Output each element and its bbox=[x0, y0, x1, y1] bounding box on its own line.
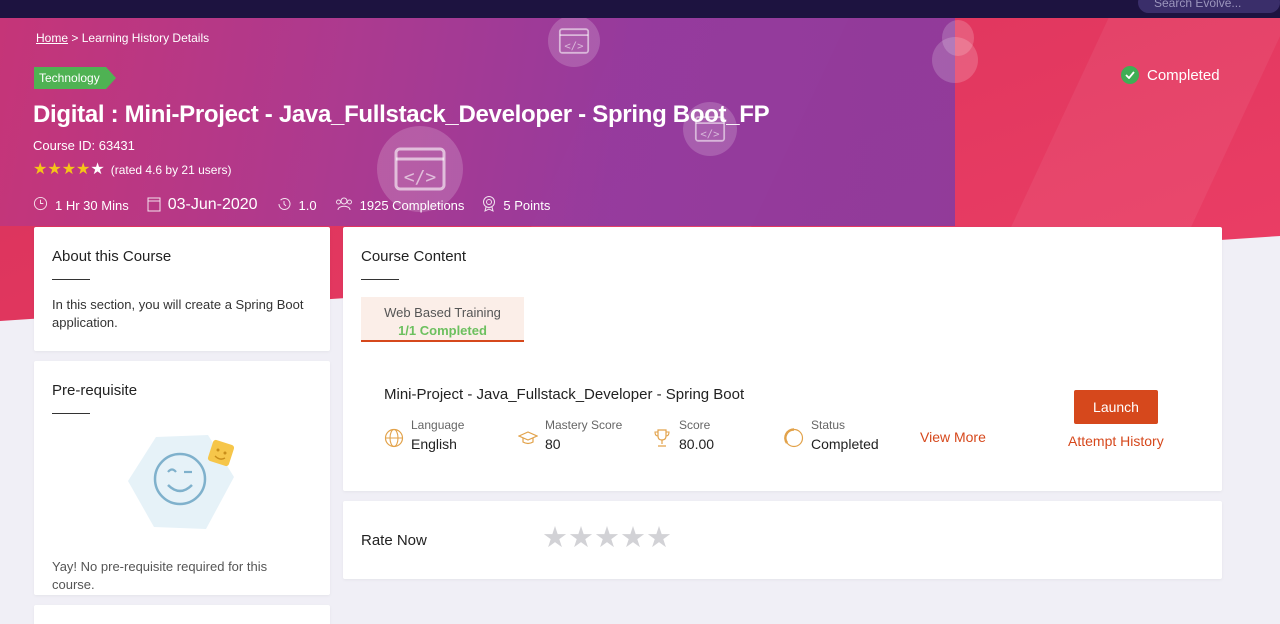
star-icon: ★ bbox=[76, 161, 91, 178]
divider bbox=[52, 413, 90, 414]
happy-face-illustration bbox=[126, 429, 241, 534]
code-window-icon: </> bbox=[548, 15, 600, 67]
status-progress-icon bbox=[784, 428, 804, 448]
rate-now-label: Rate Now bbox=[361, 532, 427, 549]
sidebar-card bbox=[34, 605, 330, 624]
course-id: Course ID: 63431 bbox=[33, 138, 135, 153]
mastery-score-field: Mastery Score 80 bbox=[518, 418, 622, 452]
star-icon: ★ bbox=[47, 161, 62, 178]
view-more-link[interactable]: View More bbox=[920, 429, 986, 445]
svg-text:</>: </> bbox=[700, 127, 719, 140]
version-value: 1.0 bbox=[298, 197, 317, 213]
divider bbox=[52, 279, 90, 280]
calendar-icon bbox=[147, 196, 161, 215]
star-icon[interactable]: ★ bbox=[568, 523, 594, 553]
points-value: 5 Points bbox=[503, 197, 551, 213]
score-field: Score 80.00 bbox=[652, 418, 714, 452]
language-field: Language English bbox=[384, 418, 464, 452]
breadcrumb-current: Learning History Details bbox=[81, 31, 210, 45]
prerequisite-card: Pre-requisite Yay! No pre-requisite requ… bbox=[34, 361, 330, 595]
star-icon[interactable]: ★ bbox=[594, 523, 620, 553]
history-icon bbox=[276, 196, 292, 215]
points: 5 Points bbox=[482, 195, 550, 215]
status-label: Status bbox=[811, 418, 846, 432]
divider bbox=[361, 279, 399, 280]
globe-icon bbox=[384, 428, 404, 448]
mastery-label: Mastery Score bbox=[545, 418, 623, 432]
prerequisite-text: Yay! No pre-requisite required for this … bbox=[52, 559, 268, 592]
users-icon bbox=[335, 196, 353, 214]
breadcrumb: Home > Learning History Details bbox=[36, 31, 209, 45]
date-value: 03-Jun-2020 bbox=[167, 196, 258, 213]
attempt-history-link[interactable]: Attempt History bbox=[1068, 433, 1164, 449]
course-status-label: Completed bbox=[1147, 66, 1220, 84]
launch-button[interactable]: Launch bbox=[1074, 390, 1158, 424]
award-icon bbox=[482, 195, 496, 215]
status-field: Status Completed bbox=[784, 418, 879, 452]
course-content-card: Course Content Web Based Training 1/1 Co… bbox=[343, 227, 1222, 491]
completions: 1925 Completions bbox=[335, 196, 465, 214]
publish-date: 03-Jun-2020 bbox=[147, 196, 258, 215]
course-status: Completed bbox=[1121, 66, 1220, 84]
star-icon[interactable]: ★ bbox=[620, 523, 646, 553]
about-card: About this Course In this section, you w… bbox=[34, 227, 330, 351]
search-input[interactable]: Search Evolve... bbox=[1138, 0, 1280, 13]
prerequisite-heading: Pre-requisite bbox=[52, 382, 138, 399]
about-text: In this section, you will create a Sprin… bbox=[52, 297, 304, 330]
language-value: English bbox=[411, 436, 457, 452]
version: 1.0 bbox=[276, 196, 317, 215]
language-label: Language bbox=[411, 418, 465, 432]
category-tag: Technology bbox=[34, 67, 116, 89]
status-value: Completed bbox=[811, 436, 879, 452]
score-value: 80.00 bbox=[679, 436, 715, 452]
tab-web-based-training[interactable]: Web Based Training 1/1 Completed bbox=[361, 297, 524, 342]
svg-text:</>: </> bbox=[564, 39, 583, 52]
clock-icon bbox=[33, 196, 48, 214]
about-heading: About this Course bbox=[52, 248, 172, 265]
graduation-cap-icon bbox=[518, 431, 538, 445]
star-icon: ★ bbox=[90, 161, 105, 178]
breadcrumb-home-link[interactable]: Home bbox=[36, 31, 68, 45]
star-icon: ★ bbox=[33, 161, 48, 178]
course-content-heading: Course Content bbox=[361, 248, 467, 265]
rating-input[interactable]: ★ ★ ★ ★ ★ bbox=[542, 523, 672, 553]
trophy-icon bbox=[654, 429, 670, 447]
star-icon[interactable]: ★ bbox=[542, 523, 568, 553]
module-title: Mini-Project - Java_Fullstack_Developer … bbox=[384, 386, 745, 403]
star-icon: ★ bbox=[61, 161, 77, 178]
completions-value: 1925 Completions bbox=[359, 197, 465, 213]
mastery-value: 80 bbox=[545, 436, 561, 452]
tab-progress: 1/1 Completed bbox=[398, 323, 487, 338]
star-icon[interactable]: ★ bbox=[646, 523, 672, 553]
rate-card: Rate Now ★ ★ ★ ★ ★ bbox=[343, 501, 1222, 579]
course-meta: 1 Hr 30 Mins 03-Jun-2020 1.0 1925 Comple… bbox=[33, 195, 568, 215]
code-window-icon bbox=[942, 20, 974, 56]
svg-text:</>: </> bbox=[404, 167, 437, 188]
duration-value: 1 Hr 30 Mins bbox=[55, 197, 129, 213]
score-label: Score bbox=[679, 418, 711, 432]
tab-label: Web Based Training bbox=[384, 305, 501, 320]
check-circle-icon bbox=[1121, 66, 1139, 84]
top-navbar: Search Evolve... bbox=[0, 0, 1280, 18]
page-title: Digital : Mini-Project - Java_Fullstack_… bbox=[33, 101, 770, 128]
course-rating: ★ ★ ★ ★ ★ (rated 4.6 by 21 users) bbox=[33, 162, 231, 178]
duration: 1 Hr 30 Mins bbox=[33, 196, 129, 214]
rating-text: (rated 4.6 by 21 users) bbox=[110, 163, 232, 177]
breadcrumb-separator: > bbox=[71, 31, 79, 45]
